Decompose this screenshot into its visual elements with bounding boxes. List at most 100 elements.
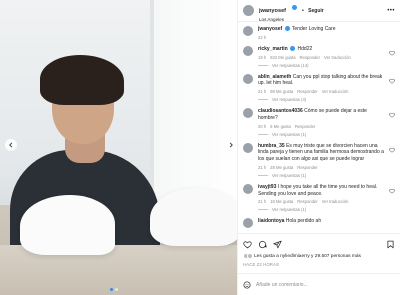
chevron-left-icon <box>9 142 13 148</box>
comment-author[interactable]: claudiosantos4036 <box>258 108 303 114</box>
view-replies-label: Ver respuestas (14) <box>272 62 309 68</box>
heart-icon[interactable] <box>389 112 395 118</box>
post-actions: Les gusta a nyliedlmiaerry y 29.507 pers… <box>238 233 400 267</box>
caption: jwanyosef Tender Loving Care 22 h <box>243 26 395 40</box>
comment-likes[interactable]: 922 Me gusta <box>270 55 295 60</box>
comment-author[interactable]: ricky_martin <box>258 46 288 52</box>
comment-likes[interactable]: 28 Me gusta <box>270 165 293 170</box>
caption-text: Tender Loving Care <box>291 26 336 32</box>
view-replies-label: Ver respuestas (4) <box>272 97 307 102</box>
heart-icon[interactable] <box>389 188 395 194</box>
view-replies-button[interactable]: Ver respuestas (1) <box>258 132 385 137</box>
bookmark-icon[interactable] <box>386 240 395 249</box>
likes-text: Les gusta a nyliedlmiaerry y 29.507 pers… <box>254 253 361 259</box>
caption-time: 22 h <box>258 34 267 40</box>
comment-item: ricky_martin Hdd22 19 h 922 Me gusta Res… <box>243 45 395 68</box>
add-comment-input[interactable]: Añade un comentario... <box>256 282 395 288</box>
reply-button[interactable]: Responder <box>297 165 318 170</box>
author-avatar[interactable] <box>243 5 254 16</box>
comment-author[interactable]: humbra_35 <box>258 143 285 149</box>
comment-text: Hola perdido ah <box>285 218 322 225</box>
replies-divider <box>258 99 268 100</box>
previous-image-button[interactable] <box>5 139 17 151</box>
post-photo[interactable] <box>0 0 237 295</box>
reply-button[interactable]: Responder <box>300 55 321 60</box>
caption-avatar[interactable] <box>243 26 253 36</box>
comment-item: ivayjt93 I hope you take all the time yo… <box>243 183 395 212</box>
comment-avatar[interactable] <box>243 108 253 118</box>
author-info: jwanyosef • Seguir Los Angeles <box>259 0 383 22</box>
likes-summary[interactable]: Les gusta a nyliedlmiaerry y 29.507 pers… <box>243 253 395 259</box>
replies-divider <box>258 133 268 135</box>
reply-button[interactable]: Responder <box>297 89 318 94</box>
view-replies-label: Ver respuestas (1) <box>272 207 307 213</box>
more-options-button[interactable]: ••• <box>387 8 395 14</box>
translate-link[interactable]: Ver traducción <box>324 55 351 60</box>
comment-avatar[interactable] <box>243 73 253 84</box>
heart-icon[interactable] <box>389 147 395 153</box>
comment-time: 19 h <box>258 54 267 60</box>
view-replies-label: Ver respuestas (1) <box>272 131 307 137</box>
reply-button[interactable]: Responder <box>295 124 316 129</box>
post-dialog: jwanyosef • Seguir Los Angeles ••• jwany… <box>0 0 400 295</box>
translate-link[interactable]: Ver traducción <box>322 89 349 94</box>
photo-tissue <box>150 188 237 246</box>
carousel-dot <box>110 288 113 291</box>
post-header: jwanyosef • Seguir Los Angeles ••• <box>238 0 400 22</box>
comment-time: 21 h <box>258 89 267 94</box>
comment-likes[interactable]: 18 Me gusta <box>270 199 293 204</box>
comment-time: 20 h <box>258 123 267 129</box>
heart-icon[interactable] <box>243 240 252 249</box>
carousel-dots <box>110 288 118 291</box>
comment-icon[interactable] <box>258 240 267 249</box>
comment-author[interactable]: liaidontoya <box>258 218 284 224</box>
heart-icon[interactable] <box>389 78 395 84</box>
view-replies-button[interactable]: Ver respuestas (1) <box>258 207 385 212</box>
comment-item: claudiosantos4036 Cómo se puede dejar a … <box>243 108 395 137</box>
comment-avatar[interactable] <box>243 142 253 153</box>
comment-item: ablin_alameth Can you ppl stop talking a… <box>243 73 395 102</box>
replies-divider <box>258 209 268 211</box>
add-comment-bar: Añade un comentario... <box>238 273 400 295</box>
view-replies-label: Ver respuestas (1) <box>272 172 307 178</box>
comment-author[interactable]: ivayjt93 <box>258 184 276 190</box>
paper-plane-icon[interactable] <box>273 240 282 249</box>
post-side-panel: jwanyosef • Seguir Los Angeles ••• jwany… <box>237 0 400 295</box>
photo-hair <box>40 55 124 105</box>
comments-list[interactable]: jwanyosef Tender Loving Care 22 h ricky_… <box>238 22 400 233</box>
follow-separator: • <box>301 8 304 15</box>
comment-text: I hope you take all the time you need to… <box>258 183 378 197</box>
comment-likes[interactable]: 98 Me gusta <box>270 89 293 94</box>
liker-avatars <box>243 253 253 259</box>
replies-divider <box>258 64 268 66</box>
comment-item: humbra_35 Es muy triste que se divorcien… <box>243 142 395 178</box>
comment-avatar[interactable] <box>243 183 253 194</box>
comment-text: Hdd22 <box>297 45 313 52</box>
post-date: HACE 22 HORAS <box>243 262 280 267</box>
follow-button[interactable]: Seguir <box>308 8 324 14</box>
comment-likes[interactable]: 6 Me gusta <box>270 124 291 129</box>
view-replies-button[interactable]: Ver respuestas (14) <box>258 63 385 68</box>
view-replies-button[interactable]: Ver respuestas (1) <box>258 173 385 178</box>
translate-link[interactable]: Ver traducción <box>322 199 349 204</box>
verified-badge-icon <box>284 26 290 32</box>
replies-divider <box>258 174 268 176</box>
comment-author[interactable]: ablin_alameth <box>258 74 291 80</box>
view-replies-button[interactable]: Ver respuestas (4) <box>258 97 385 102</box>
comment-avatar[interactable] <box>243 45 253 56</box>
comment-item: liaidontoya Hola perdido ah <box>243 218 395 229</box>
next-image-button[interactable] <box>225 139 237 151</box>
photo-window <box>150 0 237 210</box>
verified-badge-icon <box>290 45 296 51</box>
heart-icon[interactable] <box>389 50 395 56</box>
comment-time: 21 h <box>258 164 267 170</box>
comment-time: 21 h <box>258 199 267 205</box>
smile-icon[interactable] <box>243 281 251 289</box>
author-username[interactable]: jwanyosef <box>259 8 286 14</box>
caption-author[interactable]: jwanyosef <box>258 26 282 32</box>
verified-badge-icon <box>291 5 297 11</box>
comment-avatar[interactable] <box>243 218 253 229</box>
carousel-dot <box>115 288 118 291</box>
reply-button[interactable]: Responder <box>297 199 318 204</box>
photo-tissue <box>20 195 115 255</box>
